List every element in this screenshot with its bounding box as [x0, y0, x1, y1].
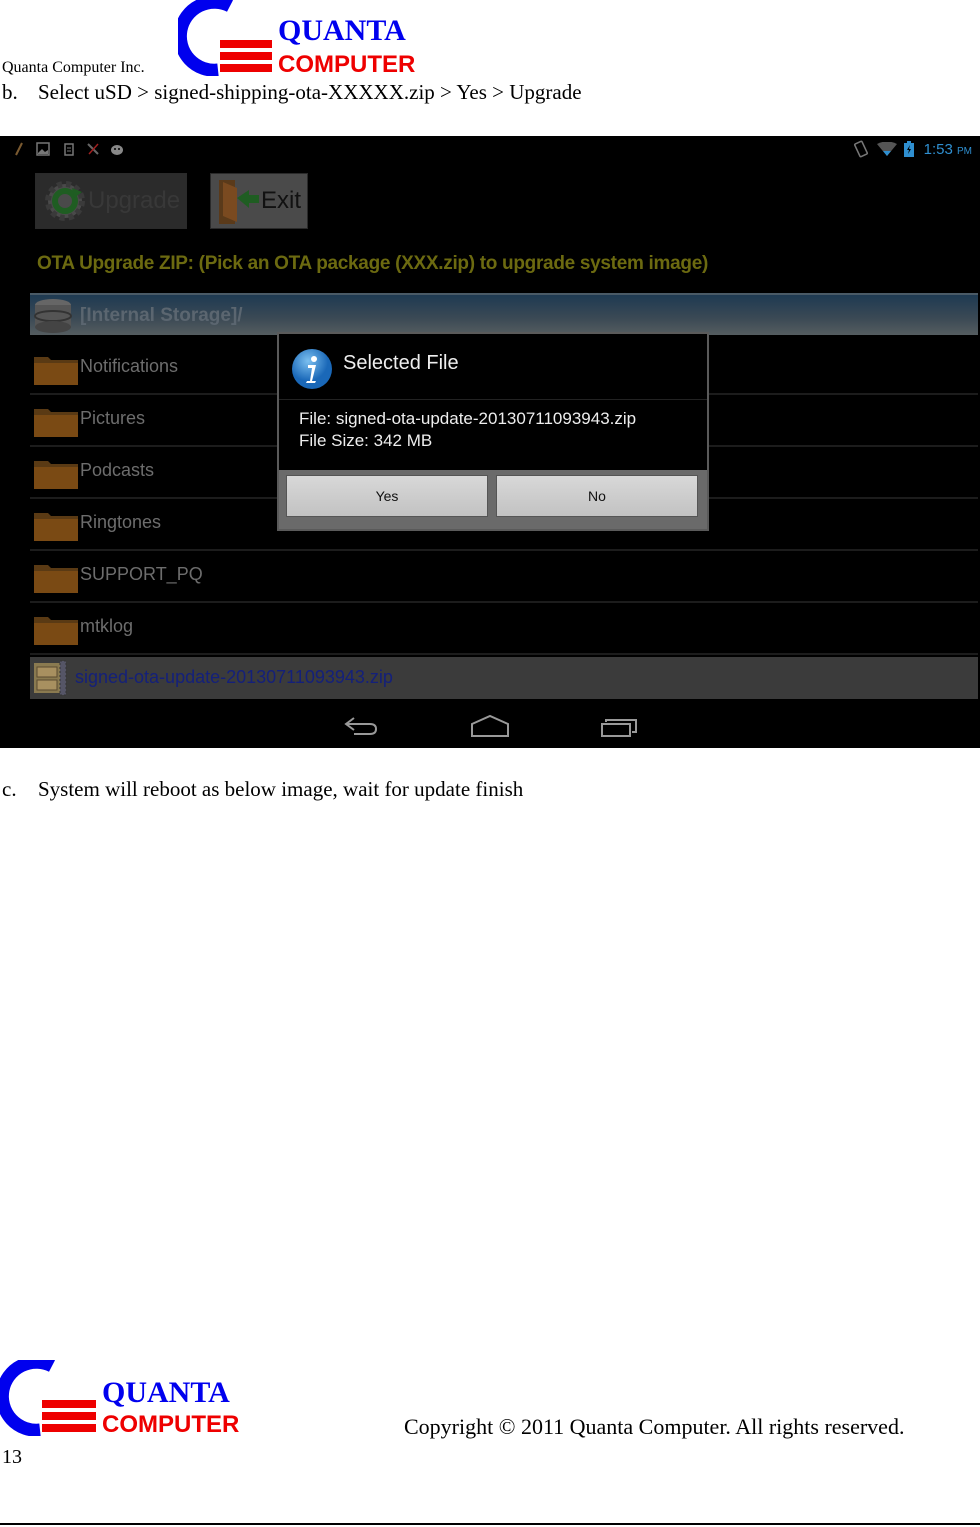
recent-apps-icon[interactable] [600, 714, 640, 738]
android-debug-icon [111, 145, 123, 155]
logo-quanta-text: QUANTA [278, 14, 406, 47]
dialog-file-name: File: signed-ota-update-20130711093943.z… [299, 409, 637, 428]
step-b-label: b. [2, 80, 18, 104]
battery-charging-icon [904, 141, 914, 157]
rotation-lock-icon [853, 140, 869, 158]
step-b-text: Select uSD > signed-shipping-ota-XXXXX.z… [38, 80, 582, 104]
clock-time: 1:53 [923, 141, 953, 158]
exit-door-icon [219, 180, 259, 224]
folder-icon [34, 565, 78, 593]
storage-drive-icon [34, 299, 72, 333]
copyright-notice: Copyright © 2011 Quanta Computer. All ri… [404, 1414, 905, 1439]
storage-path-label: [Internal Storage]/ [80, 305, 243, 326]
step-c: c. System will reboot as below image, wai… [2, 777, 523, 802]
footer-logo-quanta-text: QUANTA [102, 1376, 230, 1409]
folder-row[interactable]: mtklog [30, 603, 978, 655]
folder-name: Podcasts [80, 460, 155, 480]
folder-name: Pictures [80, 408, 146, 428]
quanta-logo: QUANTA COMPUTER [178, 0, 415, 76]
android-nav-bar [0, 706, 980, 748]
dialog-button-bar: Yes No [279, 470, 707, 529]
gear-refresh-icon [45, 181, 85, 221]
pencil-icon [15, 142, 23, 156]
status-bar: 1:53 PM [0, 136, 980, 164]
dialog-divider [279, 399, 707, 400]
folder-icon [34, 357, 78, 385]
missed-call-icon [87, 143, 99, 155]
clipboard-icon [64, 143, 74, 156]
page-number: 13 [2, 1446, 22, 1468]
folder-icon [34, 409, 78, 437]
folder-icon [34, 513, 78, 541]
folder-row[interactable]: SUPPORT_PQ [30, 551, 978, 603]
header-company-name: Quanta Computer Inc. [2, 59, 145, 76]
step-c-label: c. [2, 777, 17, 801]
quanta-footer-logo: QUANTA COMPUTER [0, 1360, 239, 1436]
zip-file-row[interactable]: signed-ota-update-20130711093943.zip [30, 657, 978, 699]
android-screenshot: 1:53 PM Upgrade Exit OTA Upgrade ZIP: (P… [0, 136, 980, 748]
no-button[interactable]: No [496, 475, 698, 517]
step-c-text: System will reboot as below image, wait … [38, 777, 524, 801]
info-icon [292, 349, 332, 389]
home-icon[interactable] [470, 714, 510, 738]
footer-logo-computer-text: COMPUTER [102, 1411, 239, 1436]
selected-file-dialog: Selected File File: signed-ota-update-20… [277, 332, 709, 531]
folder-name: Ringtones [80, 512, 162, 532]
logo-computer-text: COMPUTER [278, 51, 415, 76]
folder-name: Notifications [80, 356, 179, 376]
folder-icon [34, 461, 78, 489]
folder-icon [34, 617, 78, 645]
dialog-title: Selected File [343, 352, 459, 374]
yes-button[interactable]: Yes [286, 475, 488, 517]
archive-file-icon [34, 660, 67, 696]
ota-upgrade-title: OTA Upgrade ZIP: (Pick an OTA package (X… [37, 253, 708, 274]
upgrade-button-label: Upgrade [88, 187, 181, 214]
folder-name: SUPPORT_PQ [80, 564, 203, 584]
exit-button-label: Exit [261, 187, 302, 214]
dialog-file-size: File Size: 342 MB [299, 431, 433, 450]
status-clock: 1:53 PM [924, 141, 972, 158]
storage-path-bar[interactable]: [Internal Storage]/ [30, 293, 978, 335]
footer-rule [0, 1523, 980, 1525]
wifi-icon [877, 142, 897, 156]
folder-name: mtklog [80, 616, 134, 636]
clock-ampm: PM [957, 146, 972, 157]
upgrade-button[interactable]: Upgrade [35, 173, 187, 229]
zip-file-name: signed-ota-update-20130711093943.zip [75, 667, 393, 687]
step-b: b. Select uSD > signed-shipping-ota-XXXXX… [2, 80, 582, 105]
dialog-body: File: signed-ota-update-20130711093943.z… [299, 408, 636, 452]
back-icon[interactable] [340, 714, 380, 738]
exit-button[interactable]: Exit [210, 173, 308, 229]
gallery-icon [36, 142, 50, 156]
